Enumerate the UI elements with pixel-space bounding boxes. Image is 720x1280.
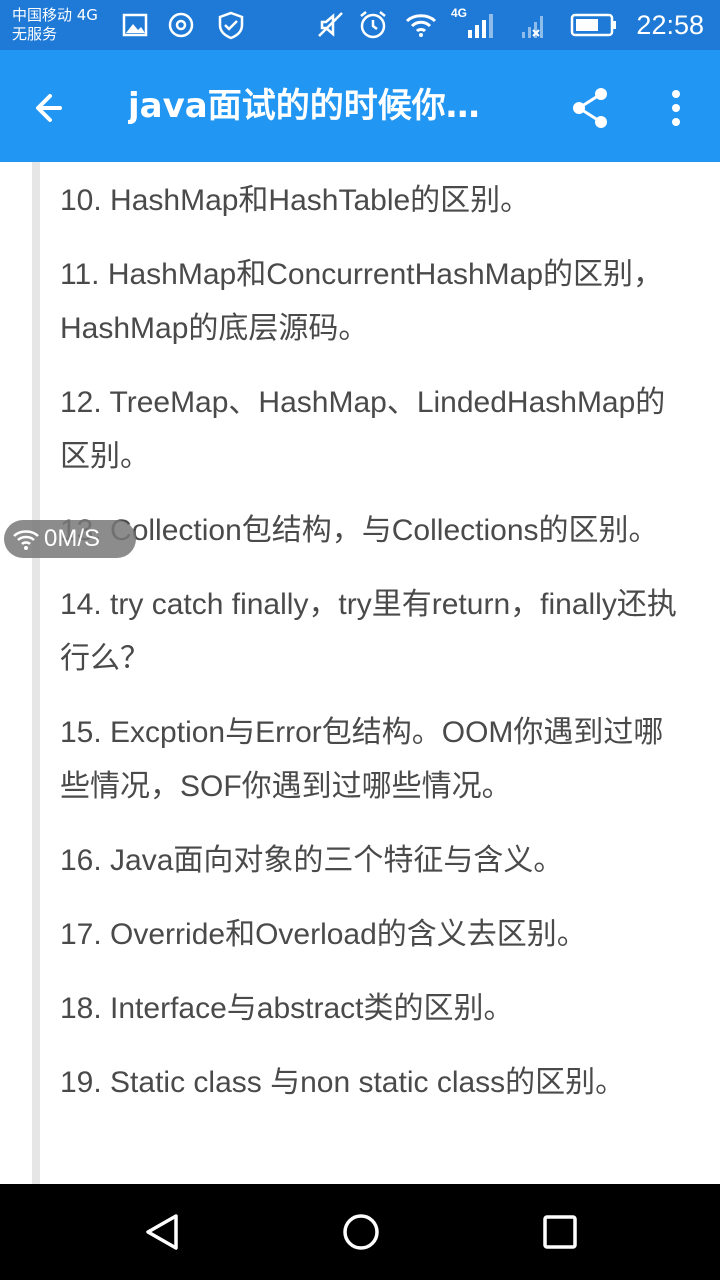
clock: 22:58 xyxy=(636,10,704,40)
blockquote-bar xyxy=(32,162,40,1184)
wifi-icon xyxy=(13,530,39,550)
share-icon xyxy=(573,88,607,128)
share-button[interactable] xyxy=(566,80,616,136)
network-speed-value: 0M/S xyxy=(44,525,101,552)
article-content[interactable]: 10. HashMap和HashTable的区别。 11. HashMap和Co… xyxy=(0,162,720,1184)
carrier-name: 中国移动 4G xyxy=(12,6,98,24)
back-button[interactable] xyxy=(24,80,84,136)
image-icon xyxy=(122,13,148,37)
question-item: 18. Interface与abstract类的区别。 xyxy=(60,992,514,1025)
network-speed-widget[interactable]: 0M/S xyxy=(4,520,136,558)
service-status: 无服务 xyxy=(12,25,58,43)
mute-icon xyxy=(318,12,343,37)
question-item: 15. Excption与Error包结构。OOM你遇到过哪些情况，SOF你遇到… xyxy=(60,716,664,803)
nav-back-button[interactable] xyxy=(122,1202,202,1262)
more-vert-icon xyxy=(672,90,680,126)
question-list: 10. HashMap和HashTable的区别。 11. HashMap和Co… xyxy=(60,174,690,1130)
question-item: 12. TreeMap、HashMap、LindedHashMap的区别。 xyxy=(60,386,666,473)
recents-square-icon xyxy=(543,1215,577,1249)
alarm-icon xyxy=(360,11,386,39)
question-item: 10. HashMap和HashTable的区别。 xyxy=(60,184,531,217)
question-item: 19. Static class 与non static class的区别。 xyxy=(60,1066,626,1099)
carrier-info: 中国移动 4G 无服务 xyxy=(12,6,98,44)
more-options-button[interactable] xyxy=(654,80,698,136)
arrow-back-icon xyxy=(36,94,62,122)
navigation-bar xyxy=(0,1184,720,1280)
question-item: 17. Override和Overload的含义去区别。 xyxy=(60,918,587,951)
settings-icon xyxy=(168,12,194,38)
nav-recents-button[interactable] xyxy=(520,1202,600,1262)
home-circle-icon xyxy=(343,1214,379,1250)
shield-icon xyxy=(218,11,244,40)
question-item: 14. try catch finally，try里有return，finall… xyxy=(60,588,677,675)
nav-home-button[interactable] xyxy=(321,1202,401,1262)
status-bar: 中国移动 4G 无服务 4G 22:58 xyxy=(0,0,720,50)
signal-icon xyxy=(468,14,493,38)
back-triangle-icon xyxy=(146,1214,178,1250)
battery-icon xyxy=(570,13,616,37)
wifi-icon xyxy=(405,14,437,37)
page-title: java面试的的时候你… xyxy=(128,86,480,126)
app-bar: java面试的的时候你… xyxy=(0,50,720,162)
question-item: 11. HashMap和ConcurrentHashMap的区别，HashMap… xyxy=(60,258,664,345)
question-item: 16. Java面向对象的三个特征与含义。 xyxy=(60,844,564,877)
question-item: 13. Collection包结构，与Collections的区别。 xyxy=(60,514,659,547)
signal-no-sim-icon xyxy=(522,16,543,38)
